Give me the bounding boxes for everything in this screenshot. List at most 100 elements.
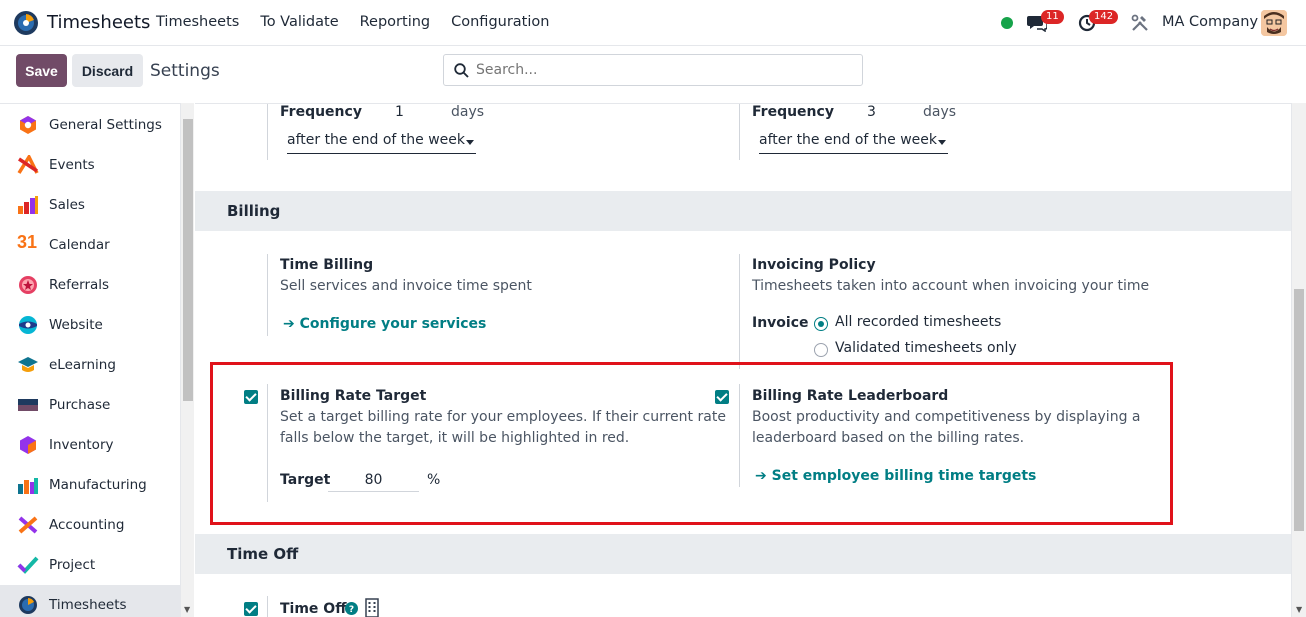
highlight-box xyxy=(210,362,1173,525)
sidebar-item-timesheets[interactable]: Timesheets xyxy=(0,585,180,617)
frequency-left-input[interactable]: 1 xyxy=(350,104,445,120)
content-scroll-thumb[interactable] xyxy=(1294,289,1304,531)
avatar-face-icon xyxy=(1261,10,1287,36)
chat-badge: 11 xyxy=(1041,10,1064,24)
scroll-down-arrow-icon[interactable]: ▼ xyxy=(1296,605,1302,614)
sidebar-item-label: Project xyxy=(49,557,96,573)
referrals-icon xyxy=(19,276,37,294)
presence-status-icon xyxy=(1001,17,1013,29)
frequency-unit: days xyxy=(923,104,957,120)
time-billing-desc: Sell services and invoice time spent xyxy=(280,278,532,294)
menu-configuration[interactable]: Configuration xyxy=(451,14,549,30)
company-switcher[interactable]: MA Company xyxy=(1162,14,1258,30)
app-name[interactable]: Timesheets xyxy=(47,12,150,33)
timesheets-icon xyxy=(19,596,37,614)
search-box[interactable] xyxy=(443,54,863,86)
settings-content: Frequency 1 days after the end of the we… xyxy=(195,103,1291,617)
dropdown-caret-icon xyxy=(938,140,946,145)
radio-all-recorded-label[interactable]: All recorded timesheets xyxy=(835,312,1001,333)
radio-validated-only-label[interactable]: Validated timesheets only xyxy=(835,338,1017,359)
manufacturing-icon xyxy=(18,478,38,494)
content-scrollbar[interactable]: ▼ xyxy=(1291,103,1306,617)
divider xyxy=(267,104,268,160)
accounting-icon xyxy=(18,516,38,534)
dropdown-caret-icon xyxy=(466,140,474,145)
sidebar-item-website[interactable]: Website xyxy=(0,305,180,345)
frequency-right-input[interactable]: 3 xyxy=(822,104,917,120)
debug-tools-icon[interactable] xyxy=(1131,14,1149,32)
reminder-right-select[interactable]: after the end of the week xyxy=(759,132,948,154)
purchase-icon xyxy=(18,399,38,411)
sidebar-scroll-thumb[interactable] xyxy=(183,119,193,401)
menu-timesheets[interactable]: Timesheets xyxy=(156,14,239,30)
sidebar-item-label: Referrals xyxy=(49,277,110,293)
select-value: after the end of the week xyxy=(759,132,937,148)
sales-icon xyxy=(18,196,38,214)
sidebar-item-inventory[interactable]: Inventory xyxy=(0,425,180,465)
events-icon xyxy=(17,155,39,174)
company-building-icon xyxy=(365,598,379,617)
section-title: Billing xyxy=(227,202,281,220)
divider xyxy=(267,254,268,336)
section-title: Time Off xyxy=(227,545,299,563)
project-icon xyxy=(17,556,39,574)
invoicing-policy-title: Invoicing Policy xyxy=(752,257,876,273)
sidebar-item-accounting[interactable]: Accounting xyxy=(0,505,180,545)
sidebar-item-calendar[interactable]: 31 Calendar xyxy=(0,225,180,265)
sidebar-item-label: Manufacturing xyxy=(49,477,147,493)
timesheets-app-logo-icon[interactable] xyxy=(13,10,39,36)
help-icon[interactable]: ? xyxy=(345,602,358,615)
sidebar-item-label: Inventory xyxy=(49,437,114,453)
menu-to-validate[interactable]: To Validate xyxy=(260,14,338,30)
radio-validated-only[interactable] xyxy=(814,343,828,357)
sidebar-item-label: Timesheets xyxy=(49,597,127,613)
page-title: Settings xyxy=(150,61,220,81)
sidebar-item-manufacturing[interactable]: Manufacturing xyxy=(0,465,180,505)
activity-badge: 142 xyxy=(1089,10,1119,24)
discard-button[interactable]: Discard xyxy=(72,54,143,87)
section-header-billing: Billing xyxy=(195,191,1291,231)
settings-icon xyxy=(20,116,36,134)
sidebar-item-project[interactable]: Project xyxy=(0,545,180,585)
configure-services-link[interactable]: ➔ Configure your services xyxy=(283,316,486,332)
elearning-icon xyxy=(18,357,38,372)
sidebar-item-label: Website xyxy=(49,317,103,333)
sidebar-item-elearning[interactable]: eLearning xyxy=(0,345,180,385)
sidebar-item-label: eLearning xyxy=(49,357,116,373)
search-input[interactable] xyxy=(476,60,856,80)
svg-text:?: ? xyxy=(349,605,354,615)
divider xyxy=(739,254,740,369)
website-icon xyxy=(19,316,37,334)
sidebar-scrollbar[interactable]: ▼ xyxy=(180,103,194,617)
sidebar-item-purchase[interactable]: Purchase xyxy=(0,385,180,425)
sidebar-item-label: Calendar xyxy=(49,237,110,253)
divider xyxy=(267,596,268,617)
time-off-title: Time Off xyxy=(280,601,347,617)
sidebar-item-label: Purchase xyxy=(49,397,111,413)
link-label: Configure your services xyxy=(299,316,487,332)
sidebar-item-general-settings[interactable]: General Settings xyxy=(0,105,180,145)
time-billing-title: Time Billing xyxy=(280,257,374,273)
sidebar-item-label: Accounting xyxy=(49,517,125,533)
main-menu: Timesheets To Validate Reporting Configu… xyxy=(156,14,570,30)
settings-sidebar: General Settings Events Sales 31 Calenda… xyxy=(0,103,180,617)
search-icon xyxy=(454,63,469,78)
calendar-icon: 31 xyxy=(17,232,38,252)
scroll-down-arrow-icon[interactable]: ▼ xyxy=(184,605,190,614)
sidebar-item-sales[interactable]: Sales xyxy=(0,185,180,225)
save-button[interactable]: Save xyxy=(16,54,67,87)
divider xyxy=(739,104,740,160)
reminder-left-select[interactable]: after the end of the week xyxy=(287,132,476,154)
sidebar-item-label: General Settings xyxy=(49,117,162,133)
sidebar-item-events[interactable]: Events xyxy=(0,145,180,185)
inventory-icon xyxy=(20,436,36,454)
user-avatar[interactable] xyxy=(1261,10,1287,36)
invoicing-policy-desc: Timesheets taken into account when invoi… xyxy=(752,278,1150,294)
top-navbar: Timesheets Timesheets To Validate Report… xyxy=(0,0,1306,46)
sidebar-item-referrals[interactable]: Referrals xyxy=(0,265,180,305)
section-header-time-off: Time Off xyxy=(195,534,1291,574)
sidebar-item-label: Events xyxy=(49,157,95,173)
time-off-checkbox[interactable] xyxy=(244,602,258,616)
radio-all-recorded[interactable] xyxy=(814,317,828,331)
menu-reporting[interactable]: Reporting xyxy=(360,14,431,30)
